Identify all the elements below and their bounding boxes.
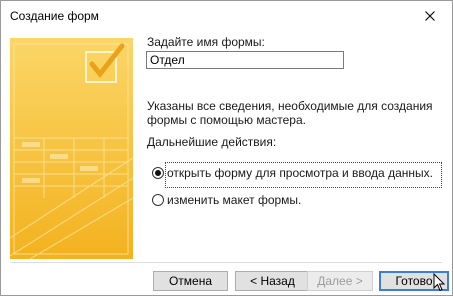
next-actions-label: Дальнейшие действия:	[147, 135, 277, 149]
separator	[10, 262, 442, 263]
next-button[interactable]: Далее >	[307, 271, 373, 291]
form-name-label: Задайте имя формы:	[147, 35, 265, 49]
wizard-illustration	[10, 38, 133, 259]
wizard-dialog: Создание форм Задайте имя формы: Отдел У…	[0, 0, 453, 296]
radio-edit-layout[interactable]: изменить макет формы.	[152, 193, 301, 207]
info-text: Указаны все сведения, необходимые для со…	[147, 99, 433, 127]
close-icon	[425, 11, 435, 21]
form-name-input[interactable]	[146, 51, 344, 69]
radio-button-checked[interactable]	[152, 167, 164, 179]
back-button[interactable]: < Назад	[235, 271, 310, 291]
radio-open-form-label: открыть форму для просмотра и ввода данн…	[167, 166, 433, 180]
radio-open-form[interactable]: открыть форму для просмотра и ввода данн…	[152, 166, 433, 180]
window-title: Создание форм	[10, 9, 99, 23]
mouse-pointer-icon	[433, 273, 446, 292]
radio-edit-layout-label: изменить макет формы.	[167, 193, 302, 207]
radio-button-unchecked[interactable]	[152, 194, 164, 206]
close-button[interactable]	[408, 1, 452, 31]
title-bar: Создание форм	[1, 1, 452, 31]
cancel-button[interactable]: Отмена	[153, 271, 228, 291]
